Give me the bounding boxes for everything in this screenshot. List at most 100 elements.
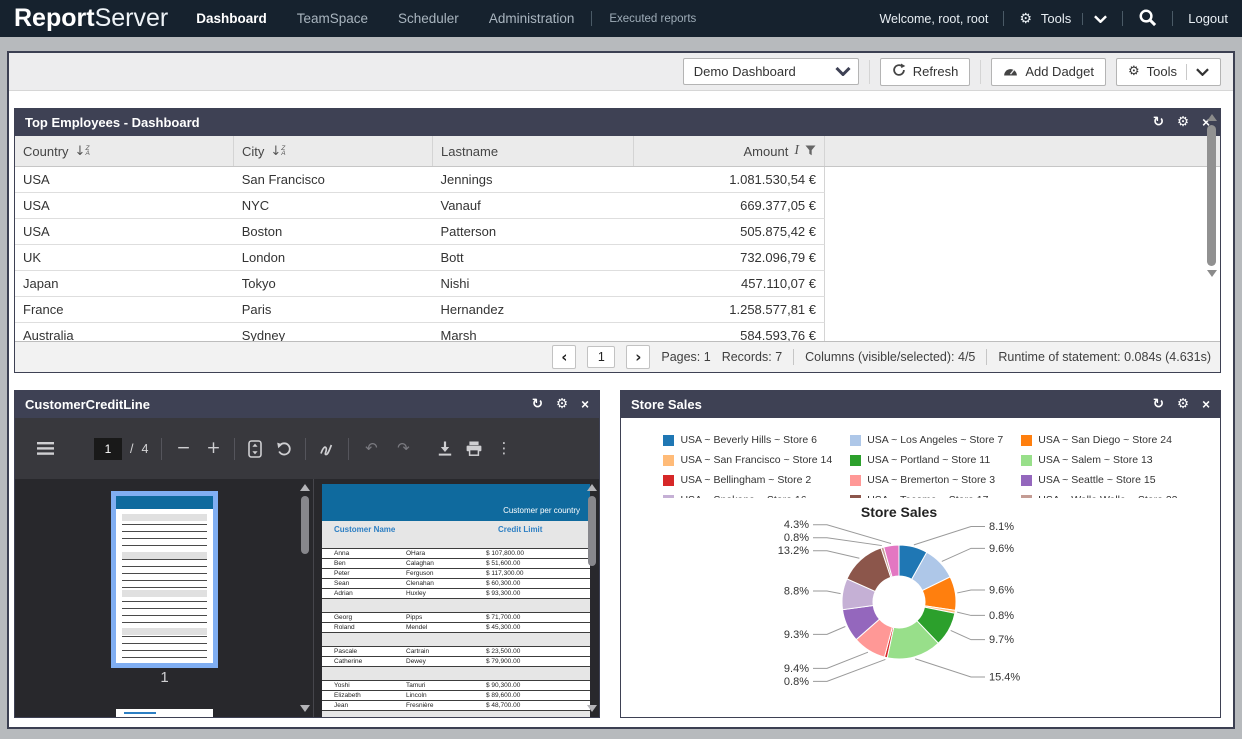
column-header-lastname[interactable]: Lastname <box>433 136 634 166</box>
legend-swatch <box>850 475 861 486</box>
refresh-icon[interactable]: ↻ <box>532 398 543 412</box>
scroll-thumb[interactable] <box>1207 125 1216 266</box>
report-group-gap <box>322 667 590 680</box>
scroll-down-arrow[interactable] <box>1207 270 1217 277</box>
thumbnail-label: 1 <box>111 669 218 686</box>
refresh-icon[interactable]: ↻ <box>1153 116 1164 130</box>
table-row[interactable]: USANYCVanauf669.377,05 € <box>15 193 825 219</box>
report-col-credit-limit: Credit Limit <box>498 525 542 534</box>
chevron-down-icon[interactable] <box>1094 12 1107 26</box>
page-number-input[interactable] <box>587 346 615 368</box>
table-row[interactable]: FranceParisHernandez1.258.577,81 € <box>15 297 825 323</box>
navbar-right: Welcome, root, root ⚙ Tools Logout <box>879 8 1228 30</box>
column-header-amount[interactable]: Amount I <box>634 136 825 166</box>
scroll-up-arrow[interactable] <box>587 484 597 491</box>
nav-item-executed-reports[interactable]: Executed reports <box>609 13 696 25</box>
legend-label: USA ~ Spokane ~ Store 16 <box>680 494 806 498</box>
panel-header-icons: ↻ ⚙ × <box>1153 116 1210 130</box>
column-header-city[interactable]: City ↓ ZA <box>234 136 433 166</box>
column-header-filler <box>825 136 1220 166</box>
fit-page-icon[interactable] <box>248 440 262 458</box>
sidebar-scrollbar[interactable] <box>299 484 311 712</box>
nav-item-dashboard[interactable]: Dashboard <box>196 11 267 26</box>
report-credit-limit: $ 79,900.00 <box>486 658 590 665</box>
table-cell: 1.258.577,81 € <box>633 302 824 317</box>
pdf-content: 1 Customer per country Customer Name Cre… <box>15 479 599 717</box>
store-sales-chart-area: USA ~ Beverly Hills ~ Store 6USA ~ Los A… <box>621 418 1220 717</box>
scroll-down-arrow[interactable] <box>300 705 310 712</box>
undo-icon[interactable]: ↶ <box>362 441 380 456</box>
gear-icon[interactable]: ⚙ <box>1177 398 1189 412</box>
label-leader-line <box>813 538 882 546</box>
more-options-icon[interactable]: ⋮ <box>496 441 511 456</box>
scroll-down-arrow[interactable] <box>587 705 597 712</box>
add-dadget-button[interactable]: Add Dadget <box>991 58 1106 86</box>
aggregate-icon: I <box>794 143 799 159</box>
gear-icon[interactable]: ⚙ <box>1019 11 1032 27</box>
nav-divider <box>1172 11 1173 26</box>
refresh-icon[interactable]: ↻ <box>1153 398 1164 412</box>
prev-page-button[interactable]: ‹ <box>552 345 576 369</box>
label-leader-line <box>957 612 985 615</box>
nav-tools-button[interactable]: Tools <box>1041 11 1071 26</box>
gear-icon[interactable]: ⚙ <box>1177 116 1189 130</box>
table-cell: USA <box>15 172 234 187</box>
panel-header: Store Sales ↻ ⚙ × <box>621 391 1220 418</box>
report-first-name: Adrian <box>322 590 406 597</box>
scroll-thumb[interactable] <box>588 496 596 566</box>
report-first-name: Sean <box>322 580 406 587</box>
report-first-name: Georg <box>322 614 406 621</box>
close-icon[interactable]: × <box>581 398 589 412</box>
page-thumbnail-2[interactable] <box>116 709 213 717</box>
zoom-in-icon[interactable]: + <box>205 440 221 457</box>
print-icon[interactable] <box>466 441 482 456</box>
logout-button[interactable]: Logout <box>1188 11 1228 26</box>
scroll-up-arrow[interactable] <box>300 484 310 491</box>
viewer-scrollbar[interactable] <box>586 484 598 712</box>
table-row[interactable]: USABostonPatterson505.875,42 € <box>15 219 825 245</box>
legend-item: USA ~ San Diego ~ Store 24 <box>1021 430 1177 450</box>
legend-swatch <box>1021 455 1032 466</box>
panel-header-icons: ↻ ⚙ × <box>532 398 589 412</box>
page-thumbnail-1[interactable] <box>111 491 218 668</box>
report-last-name: Mendel <box>406 624 486 631</box>
gear-icon[interactable]: ⚙ <box>556 398 568 412</box>
report-first-name: Ben <box>322 560 406 567</box>
next-page-button[interactable]: › <box>626 345 650 369</box>
sidebar-toggle-icon[interactable] <box>37 442 54 455</box>
legend-item: USA ~ Tacoma ~ Store 17 <box>850 490 1003 498</box>
rotate-icon[interactable] <box>276 441 292 457</box>
dashboard-select[interactable]: Demo Dashboard <box>683 58 859 85</box>
table-cell: London <box>234 250 433 265</box>
thumbnail-header-band <box>116 496 213 509</box>
search-icon[interactable] <box>1138 8 1157 30</box>
legend-item: USA ~ Walla Walla ~ Store 22 <box>1021 490 1177 498</box>
report-title: Customer per country <box>503 506 580 515</box>
gear-icon: ⚙ <box>1128 64 1140 79</box>
report-credit-limit: $ 89,600.00 <box>486 692 590 699</box>
filter-icon <box>805 144 816 159</box>
redo-icon[interactable]: ↷ <box>394 441 412 456</box>
refresh-button[interactable]: Refresh <box>880 58 971 86</box>
download-icon[interactable] <box>438 441 452 456</box>
scroll-thumb[interactable] <box>301 496 309 554</box>
app-logo[interactable]: ReportServer <box>14 4 168 33</box>
table-scrollbar[interactable] <box>1205 114 1218 277</box>
scroll-up-arrow[interactable] <box>1207 114 1217 121</box>
table-row[interactable]: JapanTokyoNishi457.110,07 € <box>15 271 825 297</box>
column-header-country[interactable]: Country ↓ ZA <box>15 136 234 166</box>
table-row[interactable]: USASan FranciscoJennings1.081.530,54 € <box>15 167 825 193</box>
pdf-page-input[interactable] <box>94 438 122 460</box>
table-row[interactable]: AustraliaSydneyMarsh584.593,76 € <box>15 323 825 343</box>
nav-item-administration[interactable]: Administration <box>489 11 575 26</box>
dashboard-tools-button[interactable]: ⚙ Tools <box>1116 58 1221 86</box>
zoom-out-icon[interactable]: − <box>175 440 191 457</box>
nav-item-teamspace[interactable]: TeamSpace <box>297 11 368 26</box>
table-row[interactable]: UKLondonBott732.096,79 € <box>15 245 825 271</box>
report-first-name: Elizabeth <box>322 692 406 699</box>
welcome-text: Welcome, root, root <box>879 12 988 26</box>
report-last-name: Calaghan <box>406 560 486 567</box>
close-icon[interactable]: × <box>1202 398 1210 412</box>
draw-pen-icon[interactable] <box>319 441 335 457</box>
nav-item-scheduler[interactable]: Scheduler <box>398 11 459 26</box>
